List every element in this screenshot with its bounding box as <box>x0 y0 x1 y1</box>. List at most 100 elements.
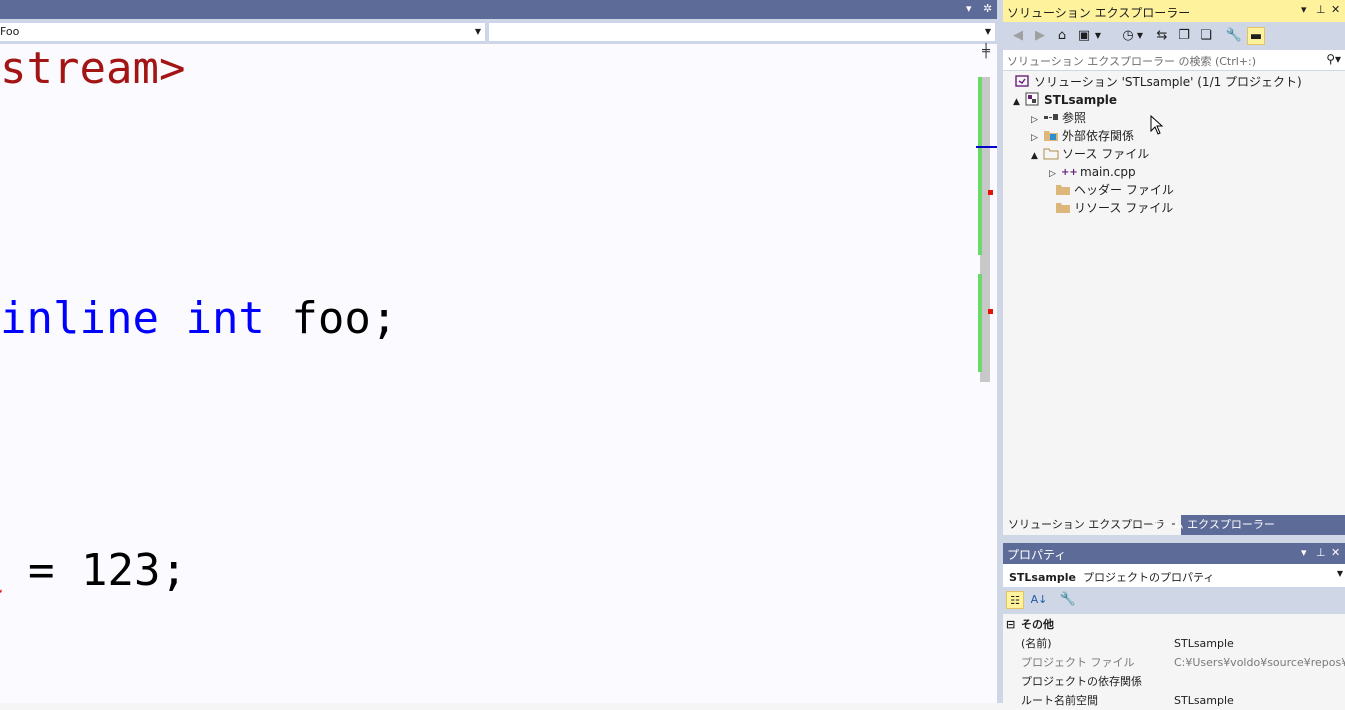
solution-icon <box>1015 74 1031 88</box>
error-marker[interactable] <box>988 190 993 195</box>
property-value[interactable]: STLsample <box>1174 691 1234 710</box>
show-all-files-icon[interactable]: ❏ <box>1197 27 1215 45</box>
error-marker[interactable] <box>988 309 993 314</box>
chevron-down-icon: ▼ <box>984 27 991 36</box>
chevron-down-icon: ▼ <box>474 27 481 36</box>
tree-node-project[interactable]: ▲ STLsample <box>1013 91 1117 109</box>
property-value[interactable]: STLsample <box>1174 634 1234 653</box>
solution-explorer-header: ソリューション エクスプローラー ▾ ⊥ ✕ <box>1003 0 1345 22</box>
property-pages-wrench-icon[interactable]: 🔧 <box>1059 591 1077 609</box>
home-icon[interactable]: ⌂ <box>1053 27 1071 45</box>
cpp-file-icon: ++ <box>1061 164 1078 178</box>
chevron-down-icon[interactable]: ▼ <box>1337 569 1343 578</box>
forward-icon[interactable]: ▶ <box>1031 27 1049 45</box>
close-icon[interactable]: ✕ <box>1331 3 1340 16</box>
code-token: = 123; <box>1 545 187 596</box>
expanded-icon[interactable]: ▲ <box>1031 147 1043 165</box>
folder-icon <box>1055 182 1071 196</box>
collapse-all-icon[interactable]: ❐ <box>1175 27 1193 45</box>
property-name: ルート名前空間 <box>1021 694 1098 707</box>
project-icon <box>1025 92 1041 106</box>
tree-node-label: 外部依存関係 <box>1062 129 1135 143</box>
property-name: プロジェクトの依存関係 <box>1021 675 1142 688</box>
property-row[interactable]: (名前) STLsample <box>1003 634 1345 653</box>
svg-text:++: ++ <box>1061 167 1077 178</box>
tree-node-label: STLsample <box>1044 93 1118 107</box>
tree-node-label: ソース ファイル <box>1062 147 1150 161</box>
dropdown-icon[interactable]: ▾ <box>1301 3 1307 16</box>
property-row[interactable]: プロジェクトの依存関係 <box>1003 672 1345 691</box>
tab-team-explorer[interactable]: チーム エクスプローラー <box>1146 515 1280 535</box>
properties-object-selector[interactable]: STLsample プロジェクトのプロパティ ▼ <box>1003 564 1345 588</box>
folder-open-icon <box>1043 146 1059 160</box>
editor-scrollbar[interactable]: ╪ <box>976 44 997 703</box>
close-icon[interactable]: ✕ <box>1331 546 1340 559</box>
member-combo[interactable]: ▼ <box>488 22 996 42</box>
search-icon[interactable]: ⚲▾ <box>1326 52 1341 66</box>
tree-node-label: main.cpp <box>1080 165 1136 179</box>
dropdown-icon[interactable]: ▾ <box>966 2 972 16</box>
solution-search-box[interactable]: ソリューション エクスプローラー の検索 (Ctrl+:) ⚲▾ <box>1003 50 1345 71</box>
property-name: (名前) <box>1021 637 1052 650</box>
properties-header: プロパティ ▾ ⊥ ✕ <box>1003 543 1345 564</box>
preview-selected-icon[interactable]: ▬ <box>1247 27 1265 45</box>
explorer-tab-strip: ソリューション エクスプローラー チーム エクスプローラー <box>1003 515 1345 535</box>
split-window-icon[interactable]: ╪ <box>979 45 993 59</box>
property-row[interactable]: プロジェクト ファイル C:¥Users¥voldo¥source¥repos¥… <box>1003 653 1345 672</box>
back-icon[interactable]: ◀ <box>1009 27 1027 45</box>
solution-explorer-title: ソリューション エクスプローラー <box>1007 6 1191 20</box>
solution-tree: ソリューション 'STLsample' (1/1 プロジェクト) ▲ STLsam… <box>1003 71 1345 515</box>
categorized-icon[interactable]: ☷ <box>1006 591 1024 609</box>
folder-icon <box>1055 200 1071 214</box>
editor-title-bar: ▾ ✲ <box>0 0 997 19</box>
pin-icon[interactable]: ⊥ <box>1316 3 1326 16</box>
mouse-cursor-icon <box>1150 115 1164 135</box>
navigation-bar: Foo ▼ ▼ <box>0 19 997 44</box>
property-category[interactable]: ⊟ その他 <box>1003 615 1345 634</box>
external-deps-icon <box>1043 128 1059 142</box>
tree-node-source-files[interactable]: ▲ ソース ファイル <box>1031 145 1149 163</box>
tree-node-header-files[interactable]: ヘッダー ファイル <box>1043 181 1174 199</box>
switch-views-icon[interactable]: ▣ <box>1075 27 1093 45</box>
scope-combo-value: Foo <box>0 25 20 38</box>
expanded-icon[interactable]: ▲ <box>1013 93 1025 111</box>
category-label: その他 <box>1021 618 1054 631</box>
tree-node-label: ソリューション 'STLsample' (1/1 プロジェクト) <box>1034 75 1302 89</box>
tree-node-label: ヘッダー ファイル <box>1074 183 1174 197</box>
change-bar <box>978 77 982 255</box>
chevron-down-icon[interactable]: ▼ <box>1135 27 1145 45</box>
gear-icon[interactable]: ✲ <box>983 2 992 16</box>
object-type: プロジェクトのプロパティ <box>1082 571 1215 584</box>
alphabetical-sort-icon[interactable]: A↓ <box>1030 591 1048 609</box>
search-placeholder: ソリューション エクスプローラー の検索 (Ctrl+:) <box>1007 55 1257 68</box>
change-bar <box>978 274 982 372</box>
pin-icon[interactable]: ⊥ <box>1316 546 1326 559</box>
sync-icon[interactable]: ⇆ <box>1153 27 1171 45</box>
chevron-down-icon[interactable]: ▼ <box>1093 27 1103 45</box>
tree-node-label: 参照 <box>1062 111 1087 125</box>
property-grid: ⊟ その他 (名前) STLsample プロジェクト ファイル C:¥User… <box>1003 614 1345 707</box>
tree-node-references[interactable]: ▷ 参照 <box>1031 109 1086 127</box>
property-row[interactable]: ルート名前空間 STLsample <box>1003 691 1345 710</box>
properties-wrench-icon[interactable]: 🔧 <box>1225 27 1243 45</box>
code-token: inline <box>0 293 159 344</box>
scope-combo[interactable]: Foo ▼ <box>0 22 486 42</box>
code-line: inline int foo; <box>0 294 397 344</box>
code-token: int <box>185 293 265 344</box>
tree-node-resource-files[interactable]: リソース ファイル <box>1043 199 1173 217</box>
references-icon <box>1043 110 1059 124</box>
tree-node-main-cpp[interactable]: ▷ ++ main.cpp <box>1049 163 1136 181</box>
tree-node-solution[interactable]: ソリューション 'STLsample' (1/1 プロジェクト) <box>1015 73 1302 91</box>
property-value[interactable]: C:¥Users¥voldo¥source¥repos¥ST <box>1174 653 1345 672</box>
code-token: stream> <box>0 44 186 94</box>
properties-toolbar: ☷ A↓ 🔧 <box>1003 588 1345 614</box>
property-name: プロジェクト ファイル <box>1021 656 1135 669</box>
code-line: stream> <box>0 44 185 94</box>
collapse-icon[interactable]: ⊟ <box>1006 615 1015 634</box>
caret-position-marker <box>976 146 997 148</box>
properties-title: プロパティ <box>1007 548 1067 562</box>
code-editor[interactable]: stream> inline int foo; o = 123; <box>0 44 976 703</box>
tree-node-external-deps[interactable]: ▷ 外部依存関係 <box>1031 127 1134 145</box>
dropdown-icon[interactable]: ▾ <box>1301 546 1307 559</box>
